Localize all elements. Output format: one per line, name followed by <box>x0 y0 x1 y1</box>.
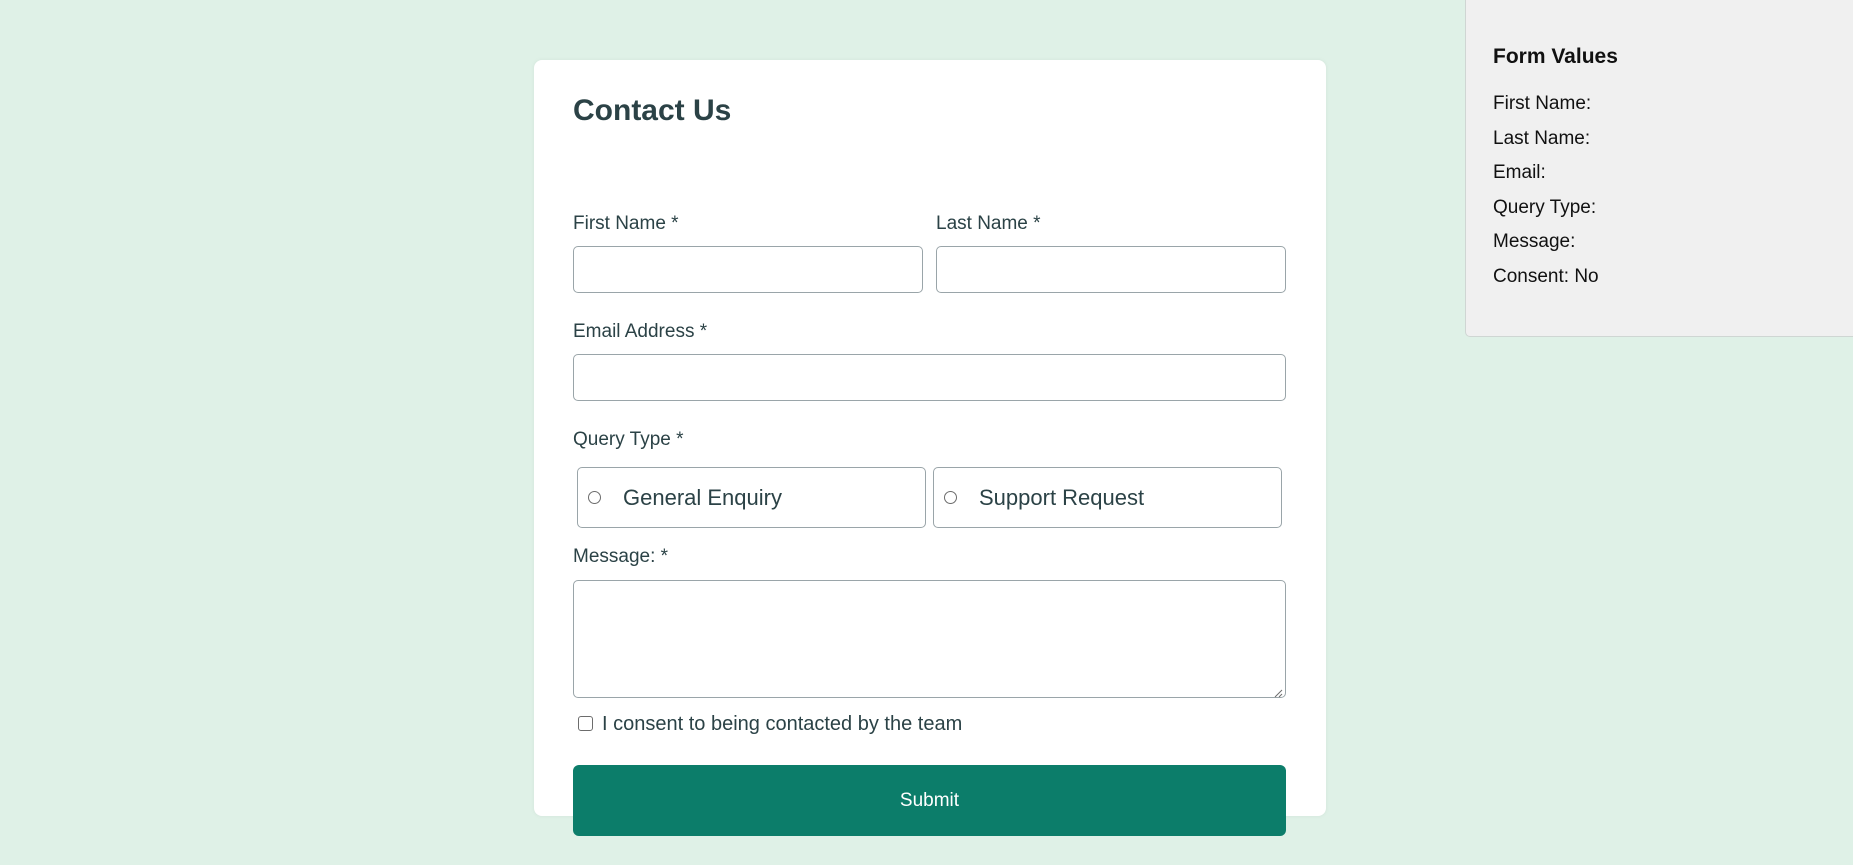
value-consent: Consent: No <box>1493 266 1599 287</box>
message-textarea[interactable] <box>573 580 1286 698</box>
form-values-title: Form Values <box>1493 45 1618 68</box>
query-option-support-request[interactable]: Support Request <box>933 467 1282 528</box>
form-values-panel: Form Values First Name: Last Name: Email… <box>1465 0 1853 337</box>
first-name-label: First Name * <box>573 213 679 234</box>
query-type-label: Query Type * <box>573 429 684 450</box>
consent-checkbox[interactable] <box>578 716 593 731</box>
value-first-name: First Name: <box>1493 93 1592 114</box>
general-enquiry-radio[interactable] <box>588 491 601 504</box>
last-name-label: Last Name * <box>936 213 1041 234</box>
value-message: Message: <box>1493 231 1576 252</box>
value-last-name: Last Name: <box>1493 128 1591 149</box>
email-input[interactable] <box>573 354 1286 401</box>
query-option-general-enquiry[interactable]: General Enquiry <box>577 467 926 528</box>
message-label: Message: * <box>573 546 669 567</box>
consent-label: I consent to being contacted by the team <box>602 713 963 735</box>
resize-grip-icon[interactable] <box>1273 685 1283 698</box>
email-label: Email Address * <box>573 321 708 342</box>
value-query-type: Query Type: <box>1493 197 1597 218</box>
support-request-label: Support Request <box>979 484 1145 510</box>
contact-form-card: Contact Us First Name * Last Name * Emai… <box>534 60 1326 836</box>
support-request-radio[interactable] <box>944 491 957 504</box>
first-name-input[interactable] <box>573 246 923 293</box>
value-email: Email: <box>1493 162 1546 183</box>
submit-button[interactable]: Submit <box>573 765 1286 836</box>
form-title: Contact Us <box>573 94 732 127</box>
general-enquiry-label: General Enquiry <box>623 484 782 510</box>
last-name-input[interactable] <box>936 246 1286 293</box>
